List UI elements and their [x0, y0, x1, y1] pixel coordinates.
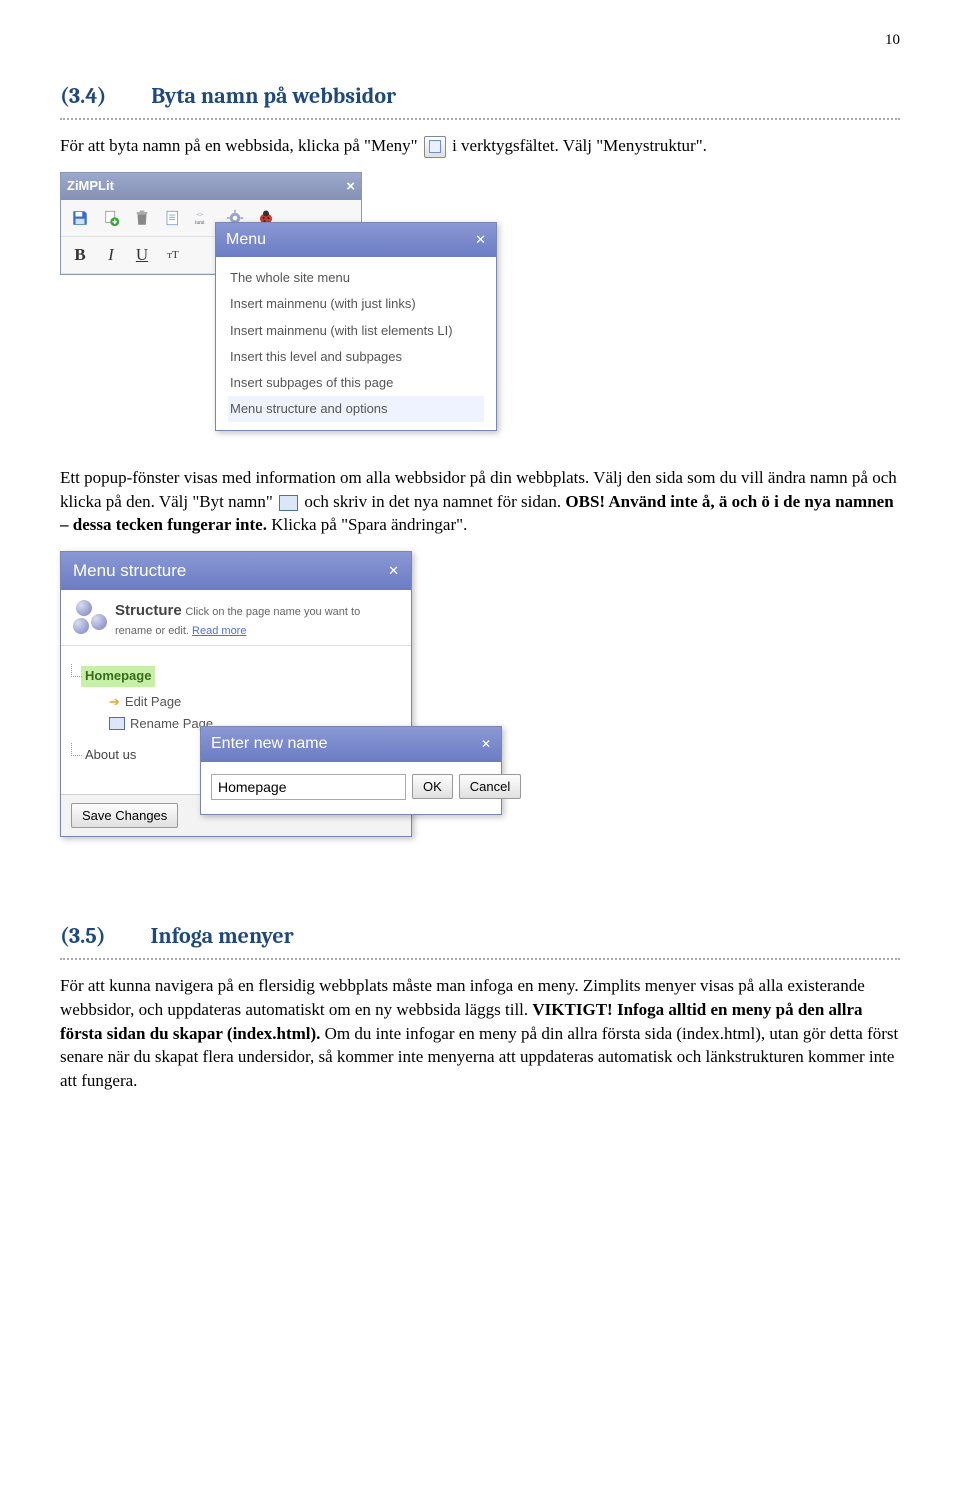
page-number: 10 [60, 30, 900, 51]
menu-popup: Menu ✕ The whole site menu Insert mainme… [215, 222, 497, 432]
menu-item[interactable]: Insert mainmenu (with list elements LI) [228, 318, 484, 344]
cancel-button[interactable]: Cancel [459, 774, 521, 799]
save-icon[interactable] [65, 204, 95, 232]
menu-structure-title: Menu structure [73, 559, 186, 583]
menu-popup-title-text: Menu [226, 229, 266, 251]
zimplit-titlebar: ZiMPLit × [61, 173, 361, 200]
zimplit-title: ZiMPLit [67, 177, 114, 195]
para-text: och skriv in det nya namnet för sidan. [304, 492, 565, 511]
menu-item[interactable]: Insert mainmenu (with just links) [228, 291, 484, 317]
figure-menu-structure: Menu structure ✕ Structure Click on the … [60, 551, 540, 891]
edit-page-label: Edit Page [125, 693, 181, 711]
para-text: Klicka på "Spara ändringar". [271, 515, 467, 534]
name-input[interactable] [211, 774, 406, 800]
trash-icon[interactable] [127, 204, 157, 232]
para-text: i verktygsfältet. Välj "Menystruktur". [452, 136, 707, 155]
rename-icon [279, 495, 298, 511]
node-label: About us [81, 745, 140, 765]
close-icon[interactable]: × [346, 176, 355, 197]
add-page-icon[interactable] [96, 204, 126, 232]
tree-node-homepage[interactable]: Homepage [81, 666, 399, 686]
menu-icon [424, 136, 446, 158]
para-3-4-2: Ett popup-fönster visas med information … [60, 466, 900, 537]
menu-item[interactable]: Insert subpages of this page [228, 370, 484, 396]
rename-icon [109, 717, 125, 730]
section-number: (3.4) [60, 81, 106, 112]
arrow-icon: ➔ [109, 693, 120, 711]
close-icon[interactable]: ✕ [475, 231, 486, 249]
enter-name-title: Enter new name [211, 733, 328, 755]
structure-title: Structure [115, 602, 182, 619]
section-number: (3.5) [60, 921, 106, 952]
node-label: Homepage [81, 666, 155, 686]
page-icon[interactable] [158, 204, 188, 232]
close-icon[interactable]: ✕ [481, 736, 491, 753]
edit-page-action[interactable]: ➔ Edit Page [109, 691, 399, 713]
menu-structure-titlebar: Menu structure ✕ [61, 552, 411, 590]
section-heading-3-4: (3.4) Byta namn på webbsidor [60, 81, 900, 120]
section-title: Byta namn på webbsidor [151, 83, 396, 109]
menu-popup-titlebar: Menu ✕ [216, 223, 496, 257]
menu-popup-body: The whole site menu Insert mainmenu (wit… [216, 257, 496, 430]
save-changes-button[interactable]: Save Changes [71, 803, 178, 828]
structure-icon [73, 600, 107, 634]
section-title: Infoga menyer [150, 923, 293, 949]
underline-button[interactable]: U [127, 241, 157, 269]
enter-name-dialog: Enter new name ✕ OK Cancel [200, 726, 502, 814]
para-text: För att byta namn på en webbsida, klicka… [60, 136, 422, 155]
svg-text:<>: <> [197, 212, 204, 218]
section-heading-3-5: (3.5) Infoga menyer [60, 921, 900, 960]
italic-button[interactable]: I [96, 241, 126, 269]
menu-item[interactable]: The whole site menu [228, 265, 484, 291]
menu-item[interactable]: Insert this level and subpages [228, 344, 484, 370]
para-3-5-1: För att kunna navigera på en flersidig w… [60, 974, 900, 1093]
svg-text:html: html [195, 220, 205, 226]
ok-button[interactable]: OK [412, 774, 453, 799]
para-3-4-1: För att byta namn på en webbsida, klicka… [60, 134, 900, 158]
enter-name-titlebar: Enter new name ✕ [201, 727, 501, 761]
enter-name-body: OK Cancel [201, 762, 501, 814]
read-more-link[interactable]: Read more [192, 625, 246, 637]
bold-button[interactable]: B [65, 241, 95, 269]
menu-item-structure[interactable]: Menu structure and options [228, 396, 484, 422]
text-size-button[interactable]: тT [158, 241, 188, 269]
figure-zimplit-toolbar: ZiMPLit × <> html [60, 172, 540, 452]
structure-header: Structure Click on the page name you wan… [61, 590, 411, 646]
close-icon[interactable]: ✕ [388, 562, 399, 580]
